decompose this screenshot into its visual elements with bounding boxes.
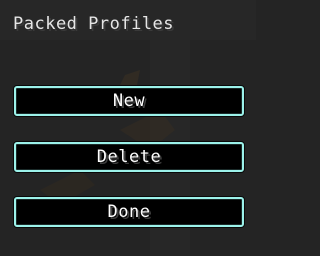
new-button-label: New [112,91,146,111]
done-button-label: Done [107,202,151,222]
screen-title: Packed Profiles [13,14,175,34]
new-profile-button[interactable]: New [14,86,244,116]
delete-button-label: Delete [96,147,162,167]
done-button[interactable]: Done [14,197,244,227]
delete-profile-button[interactable]: Delete [14,142,244,172]
